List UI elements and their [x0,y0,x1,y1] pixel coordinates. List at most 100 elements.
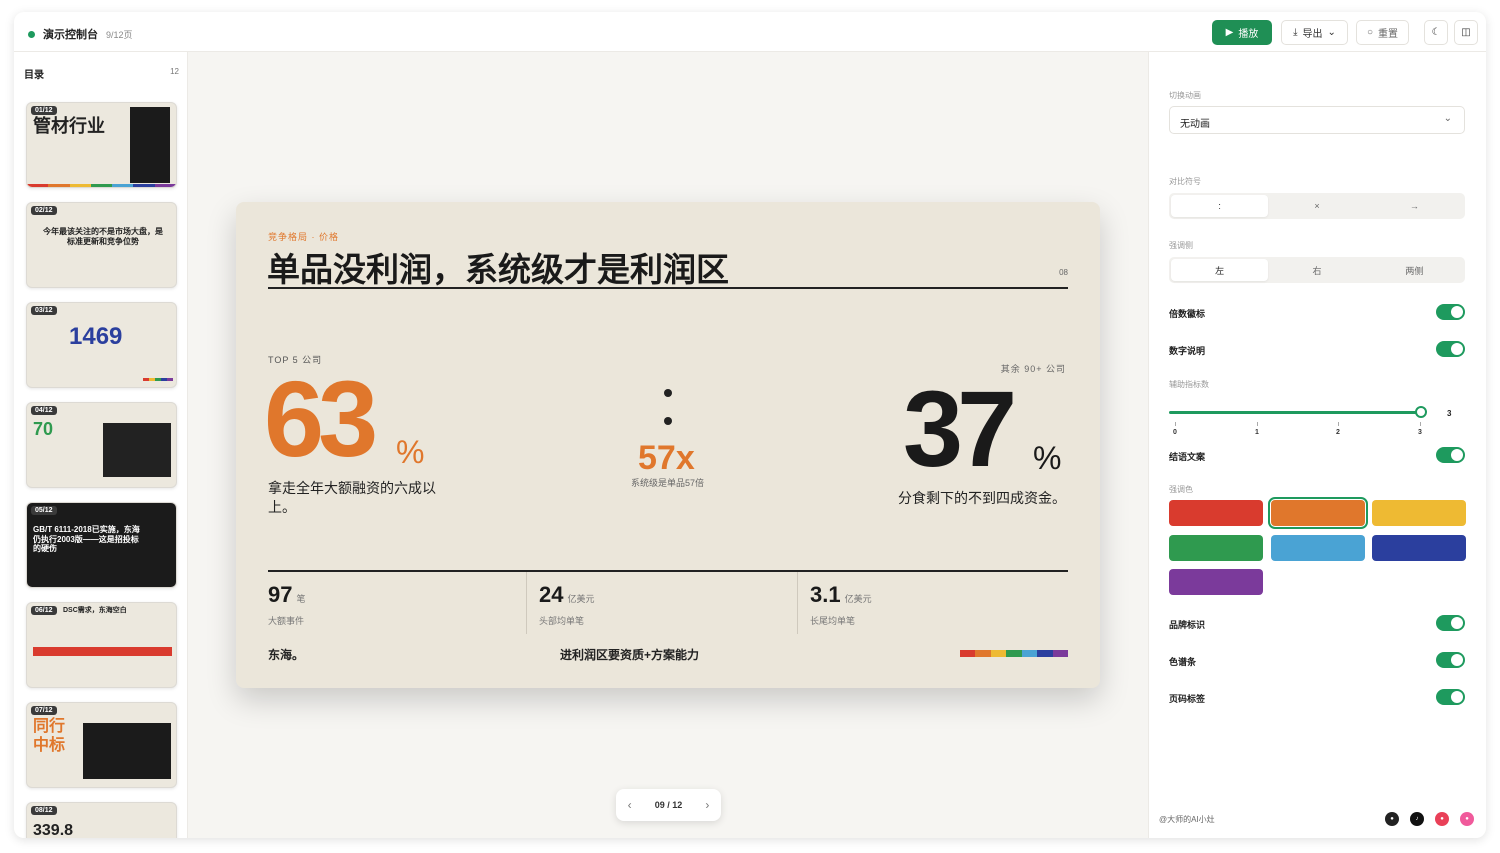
chevron-right-icon[interactable]: › [705,798,709,812]
thumb-title: 管材行业 [33,116,105,136]
compare-option-arrow[interactable]: → [1366,195,1463,217]
compare-option-colon[interactable]: : [1171,195,1269,217]
footer-closing-text: 进利润区要资质+方案能力 [560,648,700,662]
page-tag-toggle[interactable] [1436,689,1465,705]
emphasis-label: 强调侧 [1169,241,1193,250]
emphasis-option-right[interactable]: 右 [1268,259,1365,281]
swatch-navy[interactable] [1372,535,1466,561]
compare-symbol [664,389,673,429]
slide-pager: ‹ 09 / 12 › [616,789,721,821]
multiplier-badge-toggle[interactable] [1436,304,1465,320]
brand-mark-label: 品牌标识 [1169,620,1206,630]
stat-unit: 亿美元 [844,594,872,604]
play-icon: ▶ [1225,27,1234,38]
stat-desc: 长尾均单笔 [810,616,856,626]
left-description: 拿走全年大额融资的六成以上。 [268,480,436,515]
slide-thumb-4[interactable]: 04/12 70 [26,402,177,488]
export-button[interactable]: ⤓ 导出 ⌄ [1281,20,1348,45]
emphasis-segment: 左 右 两侧 [1169,257,1465,283]
swatch-purple[interactable] [1169,569,1263,595]
slide-thumb-5[interactable]: 05/12 GB/T 6111-2018已实施，东海仍执行2003版——这是招投… [26,502,177,588]
credit-text: @大师的AI小灶 [1159,815,1215,824]
title-divider [268,287,1068,289]
left-value: 63 [264,358,378,479]
right-value: 37 [903,368,1017,489]
number-note-row: 数字说明 [1169,341,1465,359]
slide-sidebar: 目录 12 01/12 管材行业 02/12 今年最该关注的不是市场大盘，是标准… [14,52,188,838]
aux-slider-track[interactable] [1169,411,1421,414]
slide-title: 单品没利润，系统级才是利润区 [267,251,729,288]
top-bar: 演示控制台 9/12页 ▶ 播放 ⤓ 导出 ⌄ ○ 重置 ☾ ◫ [14,12,1486,52]
slide-thumb-6[interactable]: 06/12 DSC需求，东海空白 [26,602,177,688]
right-unit: % [1033,440,1062,476]
moon-icon: ☾ [1431,27,1441,38]
aux-value: 3 [1447,409,1452,418]
xiaohongshu-icon[interactable]: ● [1435,812,1449,826]
aux-tick: 0 [1170,422,1180,436]
swatch-sky[interactable] [1271,535,1365,561]
swatch-orange[interactable] [1268,497,1368,529]
stat-value: 97 [268,582,293,607]
page-indicator: 9/12页 [106,29,133,40]
play-button[interactable]: ▶ 播放 [1212,20,1272,45]
swatch-green[interactable] [1169,535,1263,561]
transition-label: 切换动画 [1169,91,1201,100]
slide-canvas: 竞争格局 · 价格 单品没利润，系统级才是利润区 08 TOP 5 公司 63 … [236,202,1100,688]
tiktok-icon[interactable]: ♪ [1410,812,1424,826]
theme-toggle-button[interactable]: ☾ [1424,20,1448,45]
brand-mark-toggle[interactable] [1436,615,1465,631]
thumb-title: DSC需求，东海空白 [63,607,127,614]
bilibili-icon[interactable]: ● [1460,812,1474,826]
slide-thumb-7[interactable]: 07/12 同行中标 [26,702,177,788]
stat-desc: 头部均单笔 [539,616,585,626]
reset-label: 重置 [1378,29,1399,40]
slide-thumb-1[interactable]: 01/12 管材行业 [26,102,177,188]
emphasis-option-left[interactable]: 左 [1171,259,1269,281]
number-note-toggle[interactable] [1436,341,1465,357]
stat-unit: 笔 [296,594,306,604]
footer-brand: 东海。 [268,648,305,662]
closing-text-toggle[interactable] [1436,447,1465,463]
color-bar-toggle[interactable] [1436,652,1465,668]
slide-thumb-3[interactable]: 03/12 1469 [26,302,177,388]
slide-thumb-8[interactable]: 08/12 339.8 [26,802,177,838]
thumb-image [103,423,171,477]
pager-current: 09 [654,800,665,810]
stat-desc: 大额事件 [268,616,305,626]
stat-value: 3.1 [810,582,841,607]
transition-select[interactable]: 无动画 ⌄ [1169,106,1465,134]
github-icon[interactable]: ● [1385,812,1399,826]
app-title: 演示控制台 [43,29,98,41]
reset-button[interactable]: ○ 重置 [1356,20,1409,45]
stat-item: 97 笔 大额事件 [268,582,306,630]
transition-value: 无动画 [1180,119,1210,130]
thumb-badge: 04/12 [31,406,57,415]
app-window: 演示控制台 9/12页 ▶ 播放 ⤓ 导出 ⌄ ○ 重置 ☾ ◫ 目录 12 0… [14,12,1486,838]
swatch-yellow[interactable] [1372,500,1466,526]
aux-tick: 2 [1333,422,1343,436]
stat-item: 24 亿美元 头部均单笔 [539,582,595,630]
thumb-title: 339.8 [33,822,74,838]
accent-label: 强调色 [1169,485,1193,494]
number-note-label: 数字说明 [1169,346,1206,356]
thumb-spectrum [27,184,176,187]
aux-tick: 3 [1415,422,1425,436]
footer-spectrum [960,650,1068,657]
compare-option-times[interactable]: × [1268,195,1365,217]
color-bar-row: 色谱条 [1169,652,1465,670]
thumb-badge: 08/12 [31,806,57,815]
panel-toggle-button[interactable]: ◫ [1454,20,1478,45]
slide-kicker: 竞争格局 · 价格 [268,232,339,242]
multiplier-badge-row: 倍数徽标 [1169,304,1465,322]
aux-slider-handle[interactable] [1415,406,1427,418]
slide-thumb-2[interactable]: 02/12 今年最该关注的不是市场大盘，是标准更新和竞争位势 [26,202,177,288]
page-tag-label: 页码标签 [1169,694,1206,704]
closing-text-label: 结语文案 [1169,452,1206,462]
thumb-badge: 01/12 [31,106,57,115]
emphasis-option-both[interactable]: 两侧 [1366,259,1463,281]
thumb-badge: 07/12 [31,706,57,715]
thumb-title: 70 [33,419,54,439]
swatch-red[interactable] [1169,500,1263,526]
chevron-left-icon[interactable]: ‹ [628,798,632,812]
export-label: 导出 [1302,29,1323,40]
